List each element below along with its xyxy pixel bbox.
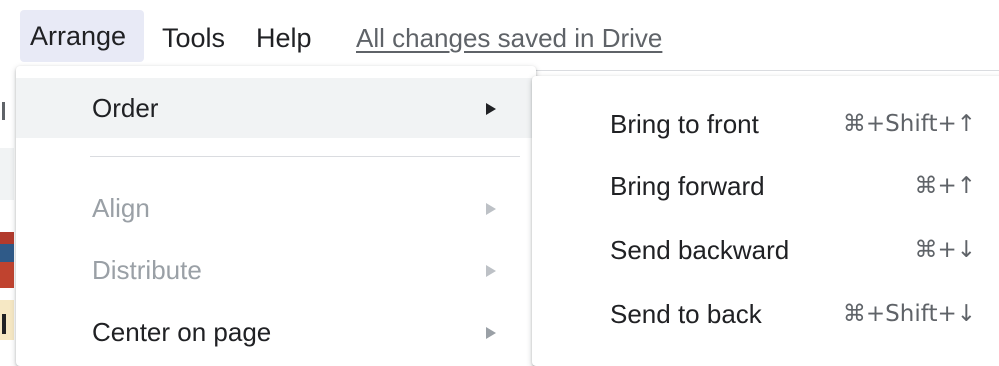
menu-item-distribute: Distribute [16,240,536,300]
submenu-item-bring-forward[interactable]: Bring forward ⌘+↑ [532,158,999,214]
submenu-item-label: Send backward [610,235,790,265]
arrange-dropdown-menu: Order Align Distribute Center on page [16,66,536,366]
submenu-item-label: Bring forward [610,171,765,201]
menu-bar: Arrange Tools Help All changes saved in … [0,0,999,72]
menu-item-align: Align [16,178,536,238]
submenu-arrow-icon [486,265,496,277]
submenu-item-label: Bring to front [610,109,759,139]
menu-item-label: Order [92,93,159,123]
menu-item-label: Distribute [92,255,202,285]
submenu-item-send-backward[interactable]: Send backward ⌘+↓ [532,222,999,278]
menu-item-label: Align [92,193,150,223]
canvas-edge-slice [0,244,14,262]
keyboard-shortcut: ⌘+Shift+↓ [842,301,976,327]
submenu-item-bring-to-front[interactable]: Bring to front ⌘+Shift+↑ [532,96,999,152]
menu-separator [90,156,520,157]
canvas-edge-slice [0,232,14,244]
submenu-item-send-to-back[interactable]: Send to back ⌘+Shift+↓ [532,286,999,342]
submenu-arrow-icon [486,327,496,339]
save-status-link[interactable]: All changes saved in Drive [356,14,662,62]
menu-tools[interactable]: Tools [152,14,235,62]
toolbar-divider [530,70,999,71]
menu-item-order[interactable]: Order [16,78,536,138]
submenu-item-label: Send to back [610,299,762,329]
canvas-edge-slice [0,148,14,200]
order-submenu: Bring to front ⌘+Shift+↑ Bring forward ⌘… [532,76,999,366]
keyboard-shortcut: ⌘+Shift+↑ [842,111,976,137]
canvas-edge-slice [0,300,14,340]
menu-item-label: Center on page [92,317,272,347]
canvas-edge-slice [0,262,14,288]
menu-help[interactable]: Help [246,14,322,62]
submenu-arrow-icon [486,203,496,215]
canvas-edge-slice [0,96,14,124]
submenu-arrow-icon [486,103,496,115]
menu-arrange[interactable]: Arrange [20,10,144,62]
keyboard-shortcut: ⌘+↓ [914,237,976,263]
keyboard-shortcut: ⌘+↑ [914,173,976,199]
menu-item-center-on-page[interactable]: Center on page [16,302,536,362]
